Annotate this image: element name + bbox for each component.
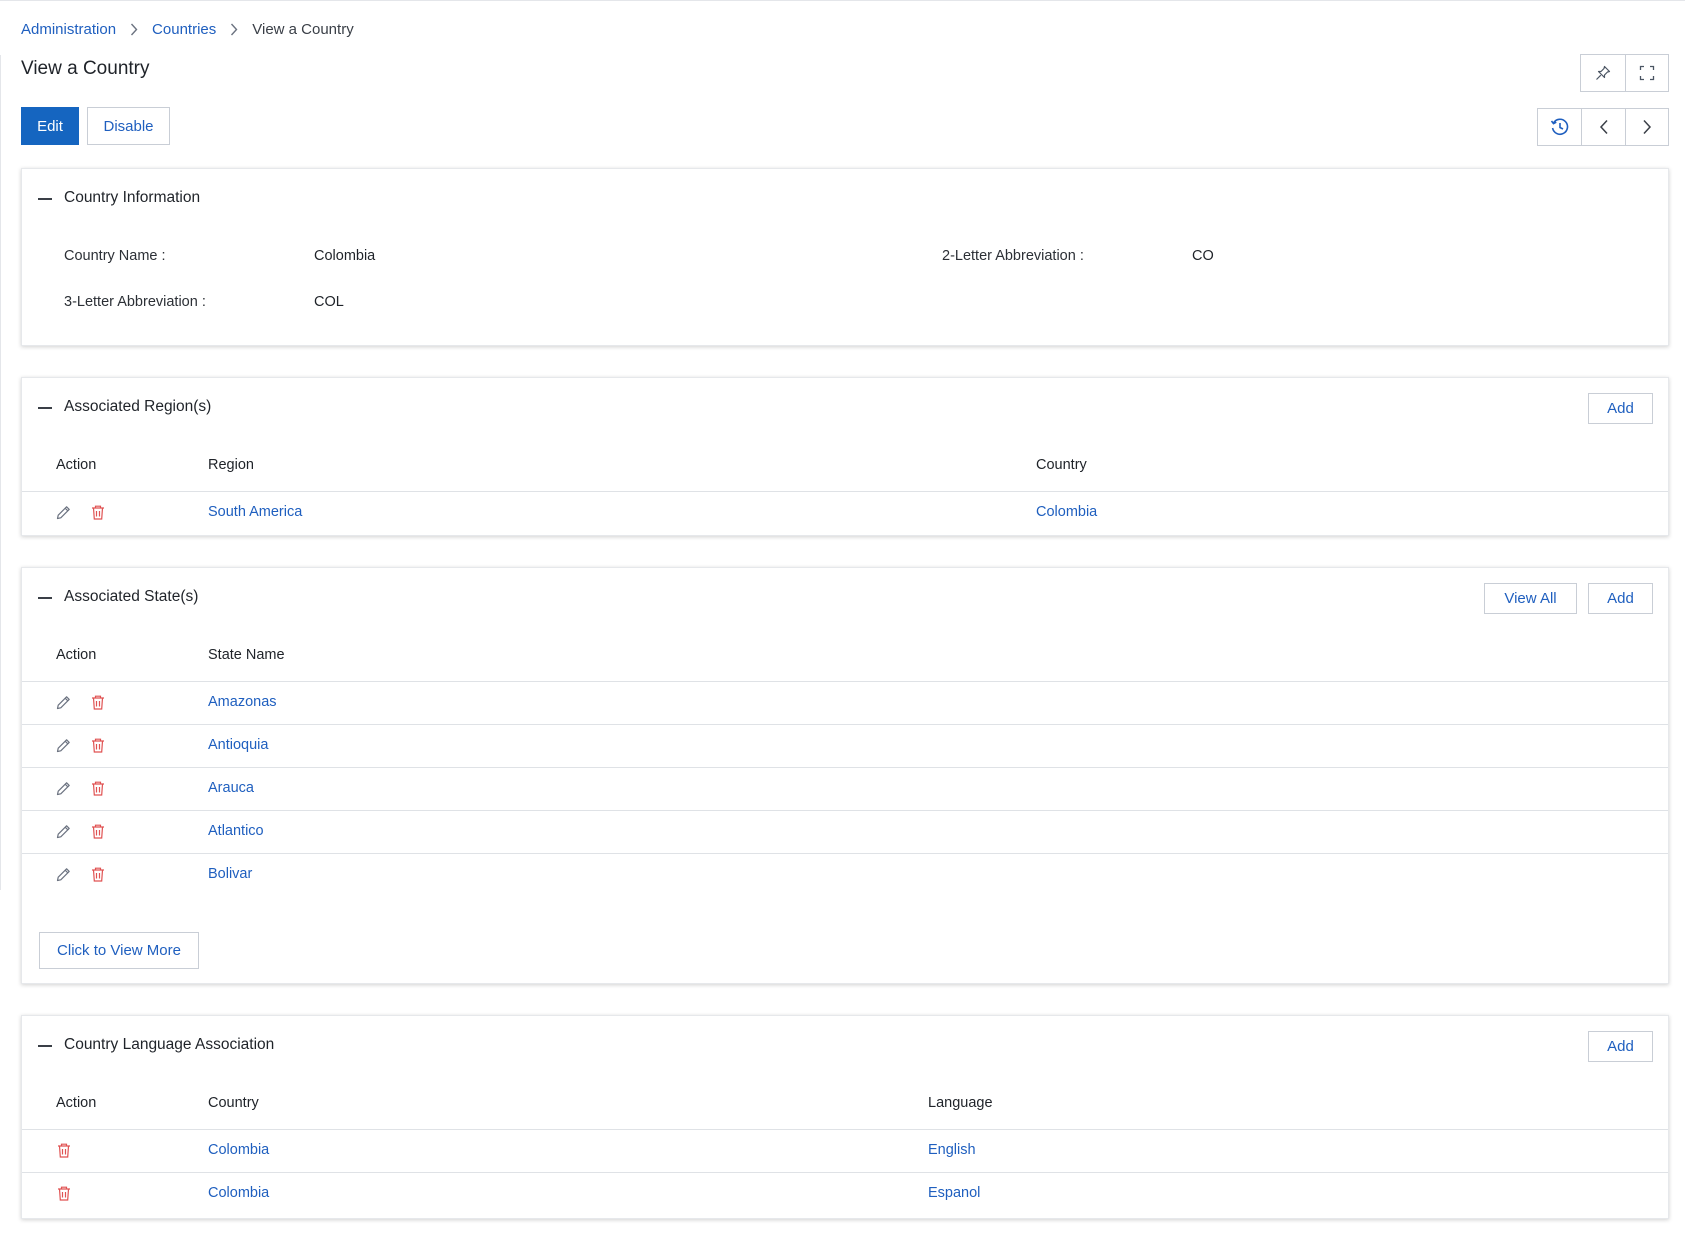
table-row: Antioquia bbox=[22, 724, 1668, 768]
breadcrumb-administration[interactable]: Administration bbox=[21, 21, 116, 38]
add-language-button[interactable]: Add bbox=[1588, 1031, 1653, 1062]
abbr2-value: CO bbox=[1192, 248, 1214, 264]
associated-regions-card: Associated Region(s) Add Action Region C… bbox=[21, 377, 1669, 536]
country-link[interactable]: Colombia bbox=[208, 1142, 269, 1158]
card-title: Country Language Association bbox=[64, 1036, 275, 1053]
chevron-left-icon[interactable] bbox=[1581, 109, 1624, 145]
pencil-icon[interactable] bbox=[55, 737, 72, 754]
card-title: Associated Region(s) bbox=[64, 398, 212, 415]
minus-icon[interactable] bbox=[38, 1045, 52, 1047]
add-region-button[interactable]: Add bbox=[1588, 393, 1653, 424]
breadcrumb-current: View a Country bbox=[252, 20, 354, 38]
country-name-label: Country Name : bbox=[64, 248, 166, 264]
abbr3-value: COL bbox=[314, 294, 344, 310]
card-title: Country Information bbox=[64, 189, 201, 206]
view-options-group bbox=[1580, 54, 1669, 92]
chevron-right-icon[interactable] bbox=[1624, 109, 1668, 145]
pencil-icon[interactable] bbox=[55, 780, 72, 797]
table-row: Arauca bbox=[22, 767, 1668, 811]
chevron-right-icon bbox=[230, 23, 238, 36]
country-link[interactable]: Colombia bbox=[208, 1185, 269, 1201]
pencil-icon[interactable] bbox=[55, 504, 72, 521]
card-title: Associated State(s) bbox=[64, 588, 199, 605]
column-header-action: Action bbox=[56, 647, 97, 663]
breadcrumb-countries[interactable]: Countries bbox=[152, 21, 216, 38]
left-border bbox=[0, 55, 1, 890]
associated-states-card: Associated State(s) View All Add Action … bbox=[21, 567, 1669, 984]
state-link[interactable]: Amazonas bbox=[208, 694, 277, 710]
card-header[interactable]: Country Information bbox=[22, 169, 1668, 229]
table-row: Atlantico bbox=[22, 810, 1668, 854]
trash-icon[interactable] bbox=[90, 694, 106, 711]
minus-icon[interactable] bbox=[38, 597, 52, 599]
history-icon[interactable] bbox=[1538, 109, 1581, 145]
pencil-icon[interactable] bbox=[55, 694, 72, 711]
card-header[interactable]: Associated Region(s) bbox=[22, 378, 1668, 438]
trash-icon[interactable] bbox=[90, 823, 106, 840]
abbr3-label: 3-Letter Abbreviation : bbox=[64, 294, 206, 310]
top-border bbox=[0, 0, 1685, 1]
record-navigation-group bbox=[1537, 108, 1669, 146]
region-link[interactable]: South America bbox=[208, 504, 302, 520]
page-title: View a Country bbox=[21, 58, 150, 79]
minus-icon[interactable] bbox=[38, 407, 52, 409]
add-state-button[interactable]: Add bbox=[1588, 583, 1653, 614]
pencil-icon[interactable] bbox=[55, 866, 72, 883]
state-link[interactable]: Atlantico bbox=[208, 823, 264, 839]
column-header-action: Action bbox=[56, 457, 97, 473]
country-link[interactable]: Colombia bbox=[1036, 504, 1097, 520]
column-header-action: Action bbox=[56, 1095, 97, 1111]
breadcrumb: Administration Countries View a Country bbox=[21, 19, 354, 39]
column-header-language: Language bbox=[928, 1095, 993, 1111]
disable-button[interactable]: Disable bbox=[87, 107, 170, 145]
pencil-icon[interactable] bbox=[55, 823, 72, 840]
chevron-right-icon bbox=[130, 23, 138, 36]
state-link[interactable]: Arauca bbox=[208, 780, 254, 796]
country-language-card: Country Language Association Add Action … bbox=[21, 1015, 1669, 1219]
view-all-states-button[interactable]: View All bbox=[1484, 583, 1577, 614]
abbr2-label: 2-Letter Abbreviation : bbox=[942, 248, 1084, 264]
trash-icon[interactable] bbox=[90, 780, 106, 797]
table-row: Amazonas bbox=[22, 681, 1668, 725]
column-header-country: Country bbox=[208, 1095, 259, 1111]
card-header[interactable]: Associated State(s) bbox=[22, 568, 1668, 628]
table-row: Colombia English bbox=[22, 1129, 1668, 1173]
table-row: Bolivar bbox=[22, 853, 1668, 894]
table-row: South America Colombia bbox=[22, 491, 1668, 535]
column-header-country: Country bbox=[1036, 457, 1087, 473]
expand-icon[interactable] bbox=[1624, 55, 1669, 91]
language-link[interactable]: English bbox=[928, 1142, 976, 1158]
trash-icon[interactable] bbox=[56, 1185, 72, 1202]
pin-icon[interactable] bbox=[1581, 55, 1625, 91]
state-link[interactable]: Antioquia bbox=[208, 737, 268, 753]
column-header-region: Region bbox=[208, 457, 254, 473]
language-link[interactable]: Espanol bbox=[928, 1185, 980, 1201]
view-more-button[interactable]: Click to View More bbox=[39, 932, 199, 969]
country-information-card: Country Information Country Name : Colom… bbox=[21, 168, 1669, 346]
table-row: Colombia Espanol bbox=[22, 1172, 1668, 1219]
trash-icon[interactable] bbox=[56, 1142, 72, 1159]
trash-icon[interactable] bbox=[90, 737, 106, 754]
trash-icon[interactable] bbox=[90, 504, 106, 521]
state-link[interactable]: Bolivar bbox=[208, 866, 252, 882]
minus-icon[interactable] bbox=[38, 198, 52, 200]
country-name-value: Colombia bbox=[314, 248, 376, 264]
card-header[interactable]: Country Language Association bbox=[22, 1016, 1668, 1076]
column-header-state-name: State Name bbox=[208, 647, 285, 663]
edit-button[interactable]: Edit bbox=[21, 107, 79, 145]
trash-icon[interactable] bbox=[90, 866, 106, 883]
